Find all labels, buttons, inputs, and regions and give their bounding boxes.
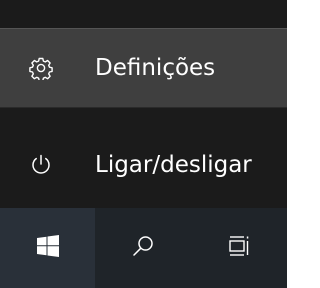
start-button[interactable] xyxy=(0,208,95,288)
windows-logo-icon xyxy=(36,235,59,261)
task-view-button[interactable] xyxy=(190,208,287,288)
task-view-icon xyxy=(227,234,251,262)
power-label: Ligar/desligar xyxy=(95,152,252,178)
start-menu: Definições Ligar/desligar xyxy=(0,0,287,208)
power-menu-item[interactable]: Ligar/desligar xyxy=(0,125,287,205)
settings-menu-item[interactable]: Definições xyxy=(0,28,287,108)
taskbar xyxy=(0,208,287,288)
power-icon xyxy=(29,153,53,177)
background-edge xyxy=(287,0,297,288)
search-button[interactable] xyxy=(95,208,190,288)
search-icon xyxy=(131,234,155,262)
screenshot-frame: Definições Ligar/desligar xyxy=(0,0,297,288)
settings-label: Definições xyxy=(95,55,216,81)
gear-icon xyxy=(29,56,53,80)
